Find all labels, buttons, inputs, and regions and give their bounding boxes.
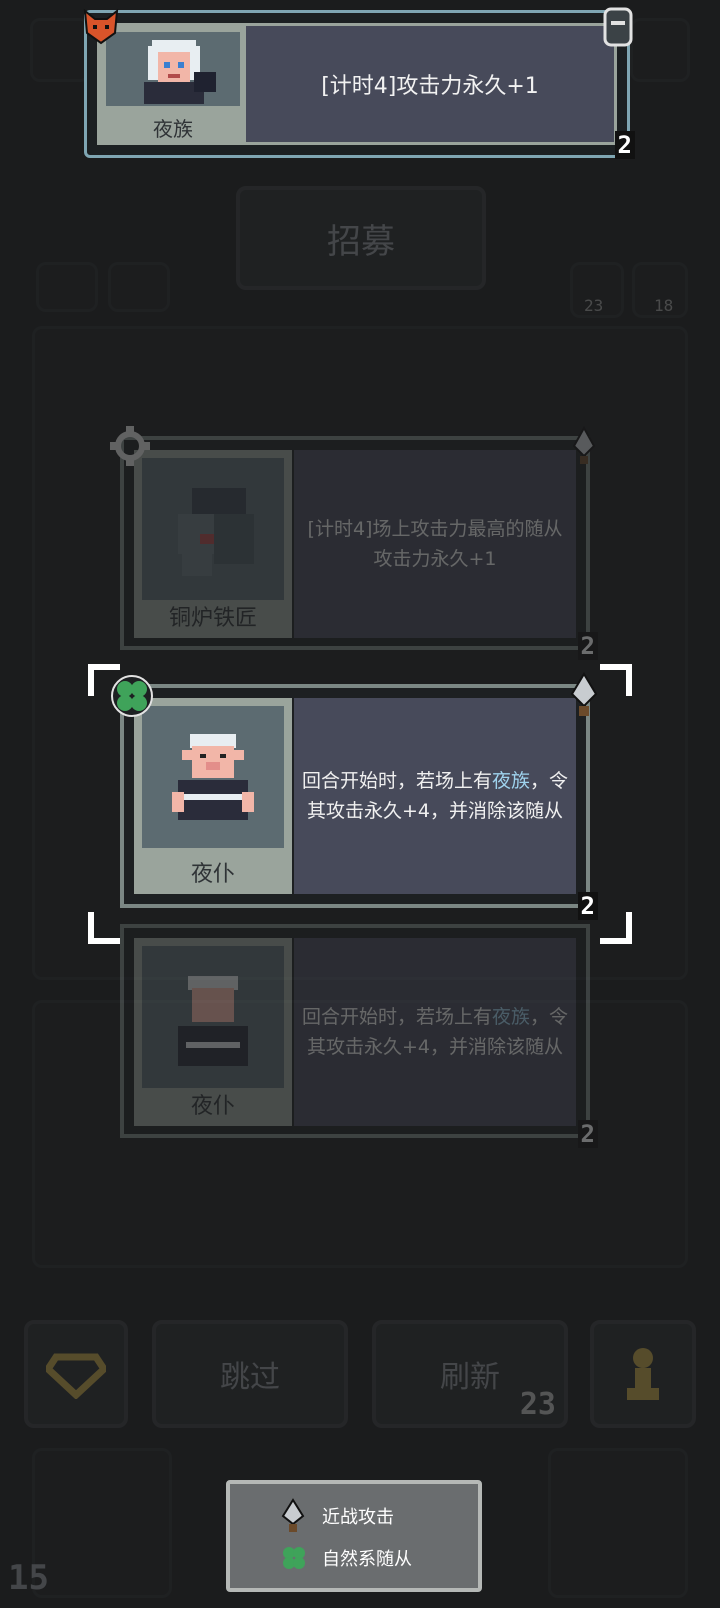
card-desc: 回合开始时，若场上有夜族，令其攻击永久+4，并消除该随从 xyxy=(294,698,576,894)
dagger-icon xyxy=(568,672,600,722)
selection-bracket-bl xyxy=(88,912,120,944)
cog-icon xyxy=(110,426,150,470)
shop-card-blacksmith[interactable]: 铜炉铁匠 [计时4]场上攻击力最高的随从攻击力永久+1 2 xyxy=(110,425,598,660)
card-desc: 回合开始时，若场上有夜族，令其攻击永久+4，并消除该随从 xyxy=(294,938,576,1126)
side-slot-2[interactable] xyxy=(108,262,170,312)
skip-button[interactable]: 跳过 xyxy=(152,1320,348,1428)
gem-button[interactable] xyxy=(24,1320,128,1428)
side-slot-1[interactable] xyxy=(36,262,98,312)
gem-icon xyxy=(46,1353,106,1399)
keyword-legend: 近战攻击 自然系随从 xyxy=(226,1480,482,1592)
desc-highlight: 夜族 xyxy=(491,770,530,792)
desc-part-1: 回合开始时，若场上有 xyxy=(301,1006,492,1028)
legend-row-nature: 自然系随从 xyxy=(280,1544,412,1572)
card-portrait xyxy=(142,706,284,848)
selection-bracket-tl xyxy=(88,664,120,696)
dagger-icon xyxy=(281,1498,305,1532)
card-name: 夜仆 xyxy=(190,862,235,887)
card-count: 2 xyxy=(577,1120,598,1148)
card-frame-left: 夜仆 xyxy=(134,698,292,894)
shop-card-night-servant-2[interactable]: 夜仆 回合开始时，若场上有夜族，令其攻击永久+4，并消除该随从 2 xyxy=(120,924,598,1148)
top-card-frame: 夜族 [计时4]攻击力永久+1 xyxy=(97,23,617,145)
card-desc: [计时4]场上攻击力最高的随从攻击力永久+1 xyxy=(294,450,576,638)
card-count: 2 xyxy=(577,892,598,920)
refresh-cost: 23 xyxy=(519,1387,556,1422)
top-card-desc: [计时4]攻击力永久+1 xyxy=(246,26,614,142)
slot-count-right-b: 18 xyxy=(654,296,674,315)
fox-icon xyxy=(81,7,121,51)
servant-portrait-icon xyxy=(172,734,254,820)
legend-melee-label: 近战攻击 xyxy=(322,1507,394,1528)
recruit-button[interactable]: 招募 xyxy=(236,186,486,290)
desc-part-1: 回合开始时，若场上有 xyxy=(301,770,492,792)
card-name: 铜炉铁匠 xyxy=(168,606,257,631)
dagger-icon xyxy=(570,425,598,470)
card-portrait xyxy=(142,458,284,600)
bottom-slot-right[interactable] xyxy=(548,1448,688,1598)
skip-label: 跳过 xyxy=(220,1360,280,1395)
servant-portrait-icon xyxy=(178,976,248,1066)
legend-nature-label: 自然系随从 xyxy=(322,1549,412,1570)
pawn-button[interactable] xyxy=(590,1320,696,1428)
card-name: 夜仆 xyxy=(190,1094,235,1119)
blacksmith-portrait-icon xyxy=(178,488,254,576)
desc-highlight: 夜族 xyxy=(491,1006,530,1028)
card-portrait xyxy=(142,946,284,1088)
selection-bracket-br xyxy=(600,912,632,944)
bottom-slot-left[interactable] xyxy=(32,1448,172,1598)
top-card-count: 2 xyxy=(614,131,635,159)
card-frame-left: 铜炉铁匠 xyxy=(134,450,292,638)
selection-bracket-tr xyxy=(600,664,632,696)
slot-count-right-a: 23 xyxy=(584,296,604,315)
top-card-portrait xyxy=(106,32,240,106)
vampire-portrait-icon xyxy=(144,40,216,104)
recruit-label: 招募 xyxy=(327,221,395,262)
top-right-slot xyxy=(630,18,690,82)
clover-icon xyxy=(283,1547,305,1569)
selected-card-night-servant[interactable]: 夜仆 回合开始时，若场上有夜族，令其攻击永久+4，并消除该随从 2 xyxy=(111,672,598,920)
shield-icon xyxy=(601,5,635,53)
pawn-icon xyxy=(627,1348,659,1400)
card-frame-left: 夜仆 xyxy=(134,938,292,1126)
top-card-name: 夜族 xyxy=(153,116,193,141)
refresh-label: 刷新 xyxy=(440,1360,500,1395)
legend-row-melee: 近战攻击 xyxy=(280,1498,394,1534)
top-unit-card[interactable]: 夜族 [计时4]攻击力永久+1 2 xyxy=(81,7,635,159)
refresh-button[interactable]: 刷新 23 xyxy=(372,1320,568,1428)
level-number: 15 xyxy=(8,1558,49,1598)
card-count: 2 xyxy=(577,632,598,660)
